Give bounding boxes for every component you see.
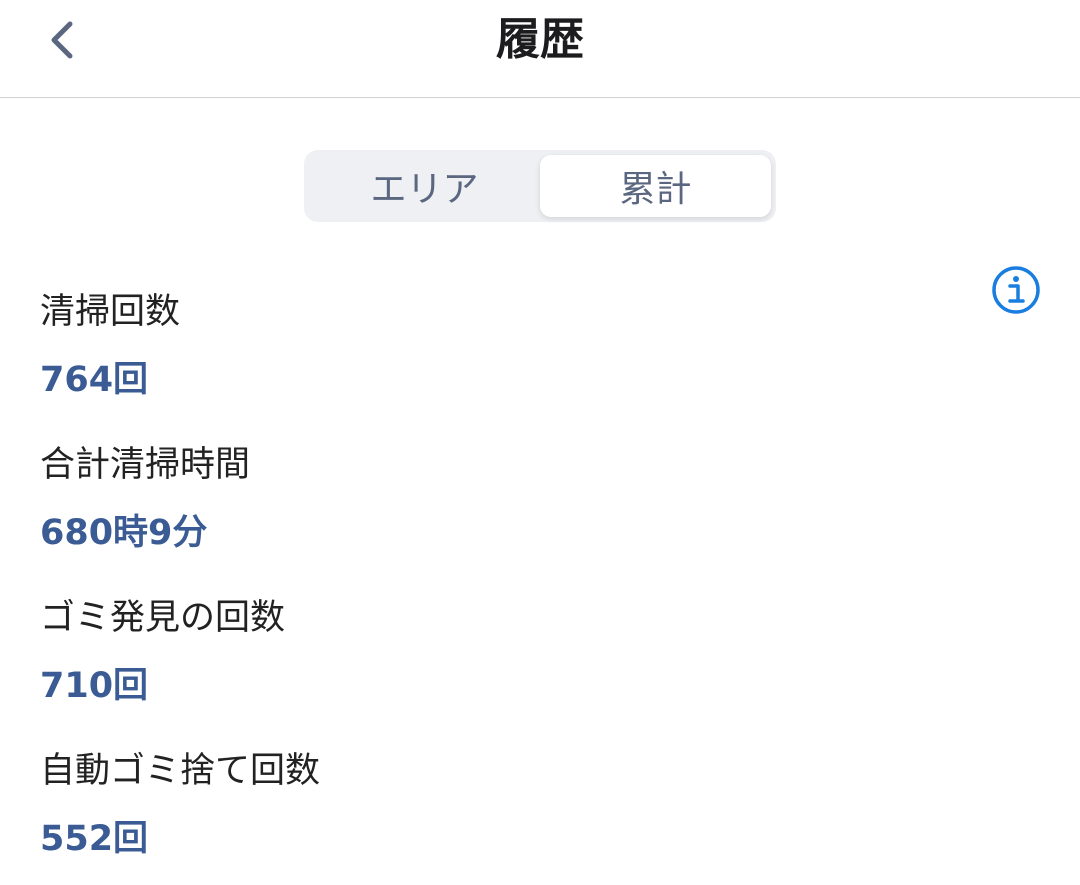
stat-value: 680時9分	[40, 513, 208, 553]
stat-label: ゴミ発見の回数	[40, 598, 286, 638]
info-icon	[992, 266, 1040, 314]
stat-label: 合計清掃時間	[40, 445, 251, 485]
tab-area[interactable]: エリア	[309, 155, 540, 217]
stats-list: 清掃回数 764回 合計清掃時間 680時9分 ゴミ発見の回数 710回 自動ゴ…	[40, 288, 980, 885]
nav-header: 履歴	[0, 0, 1080, 98]
stat-value: 764回	[40, 360, 149, 400]
page-title: 履歴	[496, 14, 584, 65]
stat-dirt-detected-count: ゴミ発見の回数 710回	[40, 594, 980, 747]
stat-label: 清掃回数	[40, 292, 181, 332]
info-button[interactable]	[990, 264, 1042, 316]
stat-total-cleaning-time: 合計清掃時間 680時9分	[40, 441, 980, 594]
tab-cumulative[interactable]: 累計	[540, 155, 771, 217]
segmented-control: エリア 累計	[304, 150, 776, 222]
history-screen: 履歴 エリア 累計 清掃回数 764回 合計清掃時間 680時9分 ゴミ発見の回…	[0, 0, 1080, 885]
stat-cleaning-count: 清掃回数 764回	[40, 288, 980, 441]
stat-label: 自動ゴミ捨て回数	[40, 751, 321, 791]
stat-auto-empty-count: 自動ゴミ捨て回数 552回	[40, 747, 980, 885]
stat-value: 710回	[40, 666, 149, 706]
stat-value: 552回	[40, 819, 149, 859]
